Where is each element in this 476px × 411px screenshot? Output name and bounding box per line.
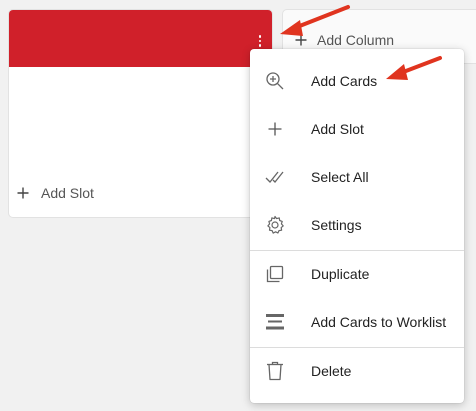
copy-icon bbox=[264, 263, 286, 285]
add-slot-button[interactable]: Add Slot bbox=[17, 182, 94, 204]
add-column-label: Add Column bbox=[317, 32, 395, 48]
menu-item-label: Select All bbox=[311, 169, 369, 185]
zoom-in-icon bbox=[264, 70, 286, 92]
plus-icon bbox=[295, 34, 307, 46]
menu-item-label: Add Slot bbox=[311, 121, 364, 137]
more-options-icon[interactable] bbox=[253, 32, 267, 50]
trash-icon bbox=[264, 360, 286, 382]
plus-icon bbox=[264, 118, 286, 140]
menu-item-label: Add Cards bbox=[311, 73, 378, 89]
add-slot-label: Add Slot bbox=[41, 185, 94, 201]
menu-item-settings[interactable]: Settings bbox=[250, 201, 464, 249]
column-options-menu: Add Cards Add Slot Select All Settings D… bbox=[250, 49, 464, 403]
menu-item-add-slot[interactable]: Add Slot bbox=[250, 105, 464, 153]
menu-item-label: Settings bbox=[311, 217, 362, 233]
column-header bbox=[9, 10, 272, 67]
menu-item-label: Add Cards to Worklist bbox=[311, 314, 447, 330]
gear-icon bbox=[264, 214, 286, 236]
menu-item-delete[interactable]: Delete bbox=[250, 347, 464, 395]
plus-icon bbox=[17, 187, 29, 199]
double-check-icon bbox=[264, 166, 286, 188]
menu-item-add-cards[interactable]: Add Cards bbox=[250, 57, 464, 105]
board-column: Add Slot bbox=[8, 9, 273, 218]
list-icon bbox=[264, 311, 286, 333]
menu-item-duplicate[interactable]: Duplicate bbox=[250, 250, 464, 298]
menu-item-label: Delete bbox=[311, 363, 352, 379]
menu-item-label: Duplicate bbox=[311, 266, 370, 282]
menu-item-select-all[interactable]: Select All bbox=[250, 153, 464, 201]
menu-item-add-cards-to-worklist[interactable]: Add Cards to Worklist bbox=[250, 298, 464, 346]
